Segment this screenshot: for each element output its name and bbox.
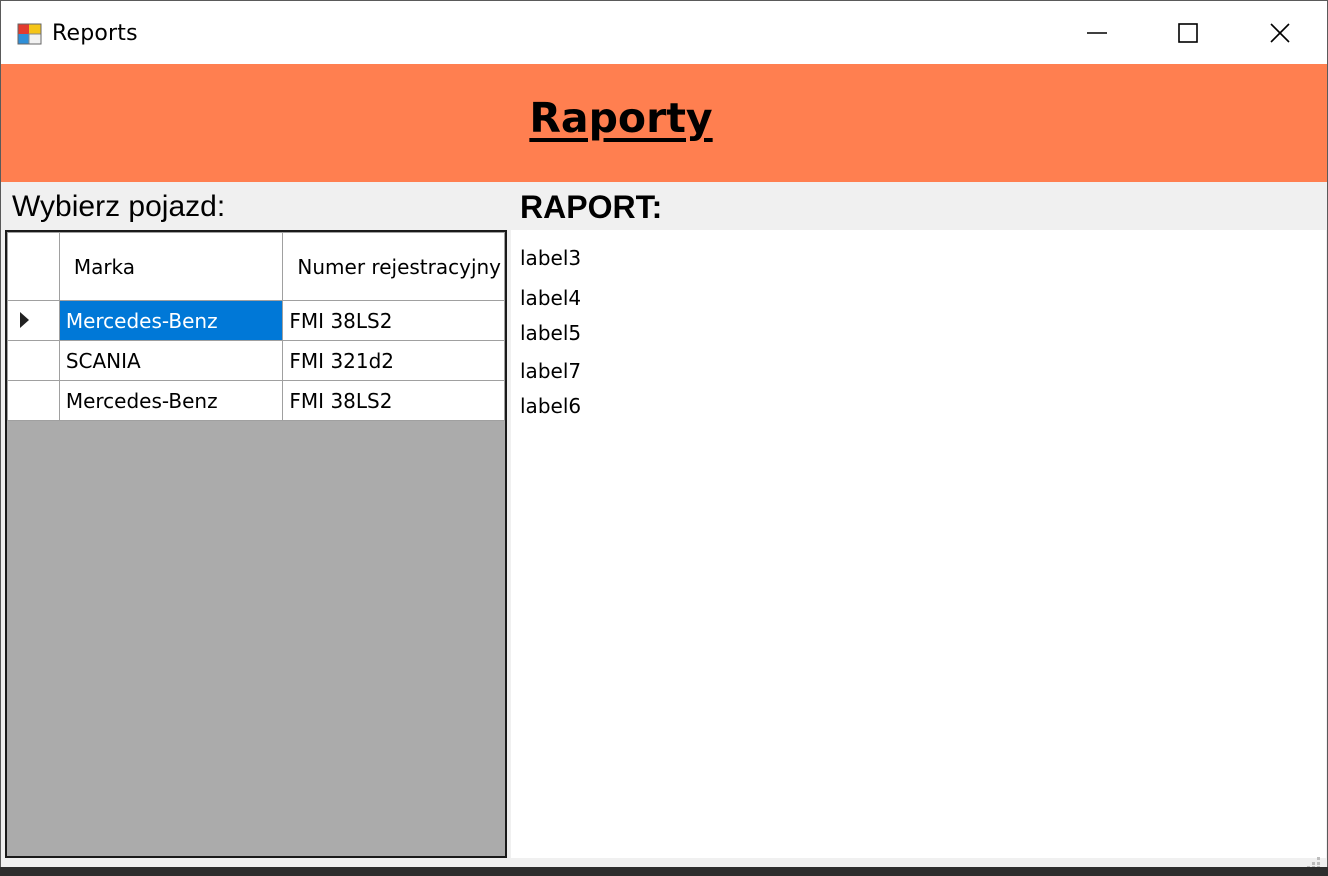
vehicles-table: Marka Numer rejestracyjny Mercedes-Benz … xyxy=(7,232,505,421)
report-line: label4 xyxy=(520,286,582,310)
maximize-button[interactable] xyxy=(1142,1,1234,64)
table-row[interactable]: Mercedes-Benz FMI 38LS2 xyxy=(7,300,505,341)
maximize-icon xyxy=(1178,22,1198,43)
cell-numer[interactable]: FMI 38LS2 xyxy=(282,380,505,421)
cell-marka[interactable]: Mercedes-Benz xyxy=(58,300,284,341)
cell-marka[interactable]: Mercedes-Benz xyxy=(58,380,284,421)
report-label: RAPORT: xyxy=(520,189,663,225)
report-panel: label3 label4 label5 label7 label6 xyxy=(511,230,1326,858)
report-line: label6 xyxy=(520,394,582,418)
minimize-icon xyxy=(1087,31,1107,34)
row-header[interactable] xyxy=(7,380,60,421)
close-icon xyxy=(1270,22,1290,43)
row-header-corner[interactable] xyxy=(7,232,60,301)
table-row[interactable]: SCANIA FMI 321d2 xyxy=(7,340,505,381)
vehicles-grid[interactable]: Marka Numer rejestracyjny Mercedes-Benz … xyxy=(5,230,507,858)
window-title: Reports xyxy=(52,21,138,46)
report-line: label5 xyxy=(520,321,582,345)
close-button[interactable] xyxy=(1234,1,1326,64)
report-line: label3 xyxy=(520,246,582,270)
winforms-app-icon xyxy=(17,23,42,45)
title-bar[interactable]: Reports xyxy=(1,1,1327,64)
row-header[interactable] xyxy=(7,340,60,381)
cell-numer[interactable]: FMI 38LS2 xyxy=(282,300,505,341)
table-header-row: Marka Numer rejestracyjny xyxy=(7,232,505,301)
taskbar-strip xyxy=(0,867,1328,876)
cell-marka[interactable]: SCANIA xyxy=(58,340,284,381)
header-banner: Raporty xyxy=(1,64,1327,182)
column-header-marka[interactable]: Marka xyxy=(58,232,284,301)
page-title: Raporty xyxy=(529,94,713,142)
minimize-button[interactable] xyxy=(1051,1,1143,64)
choose-vehicle-label: Wybierz pojazd: xyxy=(12,190,226,223)
table-row[interactable]: Mercedes-Benz FMI 38LS2 xyxy=(7,380,505,421)
reports-window: Reports Raporty Wybierz pojazd: RAPORT: xyxy=(0,0,1328,876)
current-row-arrow-icon xyxy=(20,311,29,328)
row-header[interactable] xyxy=(7,300,60,341)
column-header-numer[interactable]: Numer rejestracyjny xyxy=(282,232,505,301)
report-line: label7 xyxy=(520,359,582,383)
cell-numer[interactable]: FMI 321d2 xyxy=(282,340,505,381)
